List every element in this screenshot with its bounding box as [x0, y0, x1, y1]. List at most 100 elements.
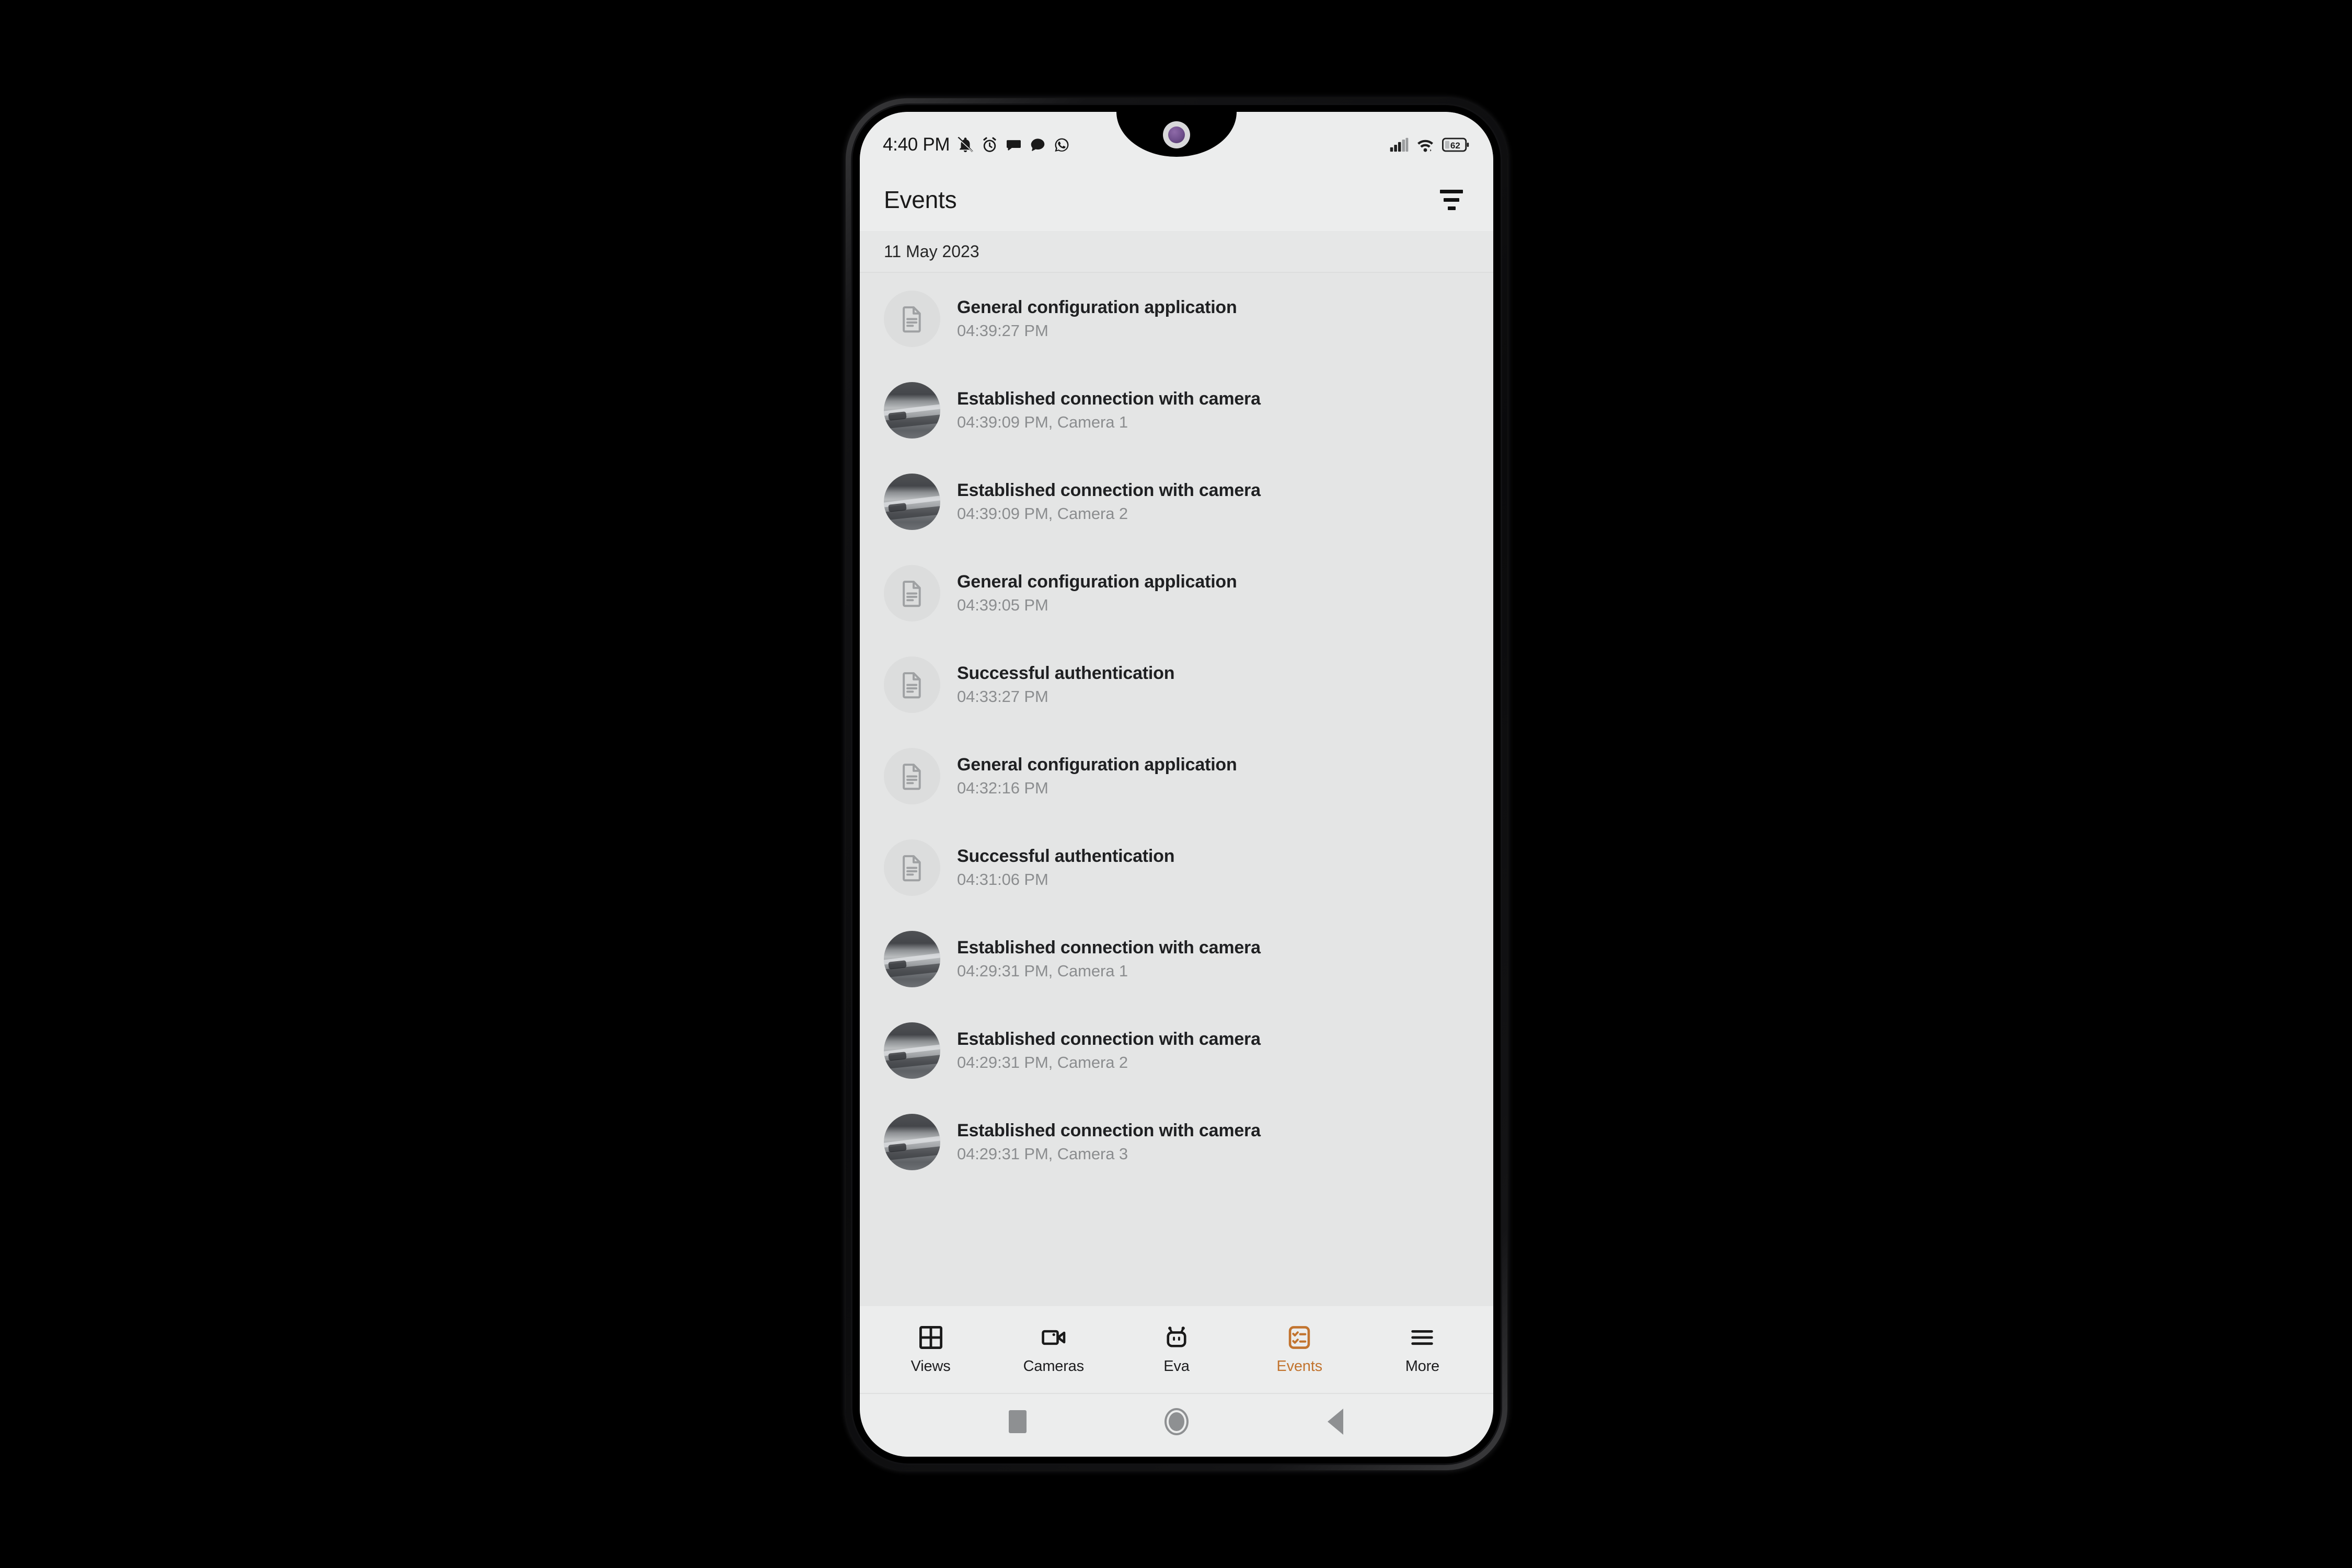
filter-bar-bottom — [1447, 206, 1456, 210]
event-avatar-document — [884, 656, 940, 713]
event-avatar-document — [884, 290, 940, 347]
event-subtitle: 04:39:05 PM — [957, 595, 1048, 614]
event-title: Successful authentication — [957, 663, 1175, 683]
status-clock: 4:40 PM — [883, 134, 950, 155]
event-list[interactable]: General configuration application 04:39:2… — [860, 273, 1493, 1306]
whatsapp-icon — [1055, 138, 1069, 152]
nav-item-more[interactable]: More — [1373, 1324, 1472, 1375]
phone-device-frame: 4:40 PM 62 Events 11 May 2023 General co… — [846, 98, 1507, 1470]
event-title: Established connection with camera — [957, 1029, 1261, 1049]
event-subtitle: 04:32:16 PM — [957, 778, 1048, 797]
grid-icon — [919, 1326, 942, 1349]
event-list-item[interactable]: Successful authentication 04:33:27 PM — [860, 639, 1493, 730]
event-text-block: Successful authentication 04:31:06 PM — [957, 846, 1175, 889]
event-list-item[interactable]: General configuration application 04:39:2… — [860, 273, 1493, 364]
camera-thumbnail — [884, 1113, 940, 1170]
event-avatar-document — [884, 564, 940, 621]
front-camera-ring — [1163, 121, 1190, 148]
event-text-block: Successful authentication 04:33:27 PM — [957, 663, 1175, 706]
triangle-back-icon — [1328, 1409, 1343, 1435]
event-avatar-document — [884, 839, 940, 896]
event-subtitle: 04:33:27 PM — [957, 687, 1048, 706]
event-list-item[interactable]: Established connection with camera 04:39:… — [860, 456, 1493, 547]
hamburger-icon — [1411, 1330, 1434, 1345]
nav-item-cameras[interactable]: Cameras — [1004, 1324, 1103, 1375]
battery-icon: 62 — [1442, 137, 1469, 152]
document-icon — [903, 855, 921, 881]
event-title: Established connection with camera — [957, 388, 1261, 409]
event-text-block: Established connection with camera 04:29:… — [957, 938, 1261, 981]
document-icon — [903, 672, 921, 698]
event-subtitle: 04:31:06 PM — [957, 870, 1048, 889]
filter-bar-top — [1440, 189, 1463, 193]
nav-icon-wrapper — [1041, 1324, 1067, 1351]
event-subtitle: 04:29:31 PM, Camera 1 — [957, 961, 1128, 980]
nav-icon-wrapper — [1286, 1324, 1312, 1351]
event-text-block: Established connection with camera 04:29:… — [957, 1029, 1261, 1072]
event-list-item[interactable]: Established connection with camera 04:29:… — [860, 1005, 1493, 1096]
event-title: Established connection with camera — [957, 937, 1261, 958]
event-text-block: Established connection with camera 04:29:… — [957, 1121, 1261, 1163]
status-bar-left-group: 4:40 PM — [883, 125, 1070, 155]
event-list-item[interactable]: Successful authentication 04:31:06 PM — [860, 822, 1493, 913]
circle-icon — [1165, 1408, 1189, 1435]
camera-thumbnail — [884, 930, 940, 987]
sysnav-home-button[interactable] — [1145, 1406, 1208, 1437]
battery-level-text: 62 — [1450, 141, 1460, 151]
event-title: General configuration application — [957, 754, 1237, 775]
wifi-icon — [1417, 140, 1433, 152]
filter-bar-middle — [1444, 198, 1459, 202]
nav-item-eva[interactable]: Eva — [1127, 1324, 1226, 1375]
event-avatar-document — [884, 747, 940, 804]
event-text-block: Established connection with camera 04:39:… — [957, 480, 1261, 523]
sysnav-recents-button[interactable] — [986, 1406, 1049, 1437]
camera-thumbnail — [884, 473, 940, 530]
event-title: Established connection with camera — [957, 480, 1261, 500]
document-icon — [903, 763, 921, 790]
event-text-block: General configuration application 04:32:1… — [957, 755, 1237, 798]
bottom-navigation-bar: Views Cameras Eva Events More — [860, 1306, 1493, 1394]
nav-item-label: Events — [1276, 1358, 1322, 1375]
nav-item-label: Eva — [1163, 1358, 1190, 1375]
nav-item-label: More — [1405, 1358, 1439, 1375]
event-subtitle: 04:29:31 PM, Camera 3 — [957, 1144, 1128, 1163]
event-title: Established connection with camera — [957, 1120, 1261, 1140]
camera-thumbnail — [884, 1022, 940, 1079]
document-icon — [903, 306, 921, 332]
event-text-block: General configuration application 04:39:2… — [957, 297, 1237, 340]
android-system-navigation-bar — [860, 1394, 1493, 1457]
event-subtitle: 04:39:27 PM — [957, 321, 1048, 340]
event-list-item[interactable]: Established connection with camera 04:29:… — [860, 913, 1493, 1005]
nav-item-views[interactable]: Views — [881, 1324, 981, 1375]
event-title: General configuration application — [957, 571, 1237, 592]
camera-thumbnail — [884, 382, 940, 439]
cellular-signal-icon — [1390, 137, 1409, 152]
filter-icon[interactable] — [1432, 180, 1471, 220]
nav-icon-wrapper — [1163, 1324, 1190, 1351]
nav-item-label: Cameras — [1023, 1358, 1084, 1375]
nav-icon-wrapper — [918, 1324, 944, 1351]
chat-bubble-icon — [1007, 140, 1021, 151]
robot-icon — [1167, 1327, 1186, 1347]
nav-item-events[interactable]: Events — [1250, 1324, 1349, 1375]
event-list-item[interactable]: Established connection with camera 04:39:… — [860, 364, 1493, 456]
event-subtitle: 04:39:09 PM, Camera 2 — [957, 504, 1128, 523]
document-icon — [903, 580, 921, 607]
phone-screen: 4:40 PM 62 Events 11 May 2023 General co… — [860, 112, 1493, 1457]
page-title: Events — [884, 186, 957, 213]
sysnav-back-button[interactable] — [1304, 1406, 1367, 1437]
nav-icon-wrapper — [1409, 1324, 1435, 1351]
event-title: Successful authentication — [957, 846, 1175, 866]
status-bar-right-group: 62 — [1390, 128, 1469, 153]
event-list-item[interactable]: Established connection with camera 04:29:… — [860, 1096, 1493, 1187]
event-text-block: Established connection with camera 04:39:… — [957, 389, 1261, 432]
event-list-item[interactable]: General configuration application 04:32:1… — [860, 730, 1493, 822]
app-bar: Events — [860, 168, 1493, 231]
status-bar: 4:40 PM 62 — [860, 112, 1493, 168]
event-subtitle: 04:29:31 PM, Camera 2 — [957, 1053, 1128, 1071]
alarm-clock-icon — [983, 137, 996, 152]
nav-item-label: Views — [910, 1358, 951, 1375]
camera-notch — [1087, 112, 1266, 157]
front-camera-lens — [1168, 126, 1185, 143]
event-list-item[interactable]: General configuration application 04:39:0… — [860, 547, 1493, 639]
